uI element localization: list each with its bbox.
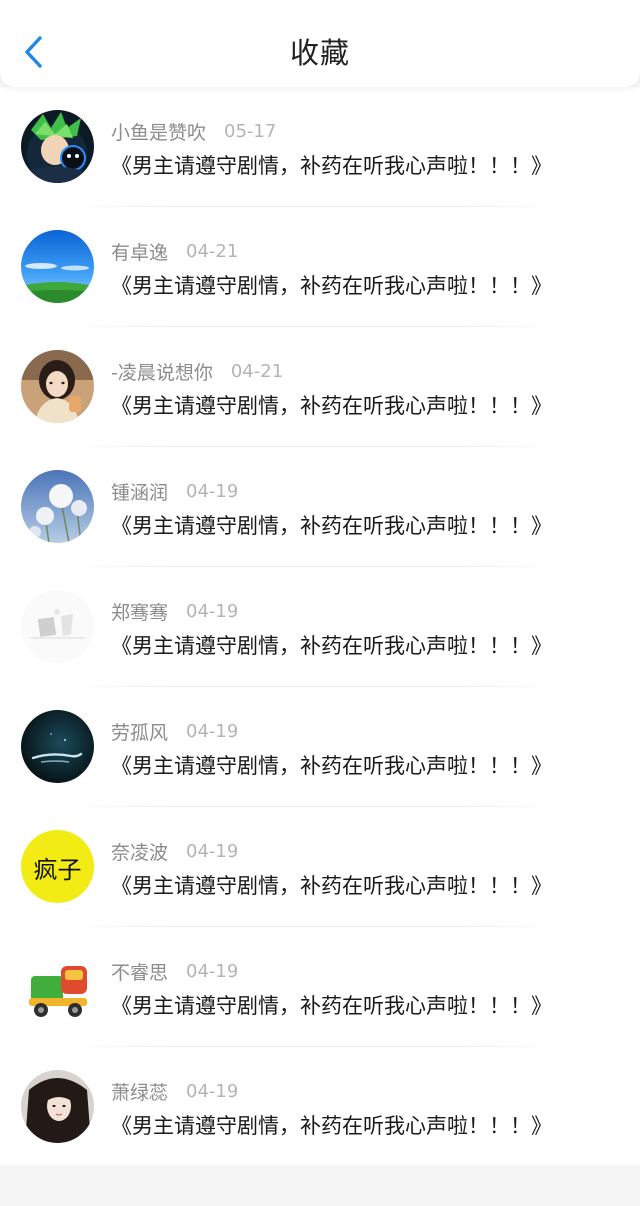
list-item[interactable]: -凌晨说想你 04-21 《男主请遵守剧情，补药在听我心声啦！！！》: [0, 327, 640, 447]
book-title[interactable]: 《男主请遵守剧情，补药在听我心声啦！！！》: [111, 151, 617, 181]
avatar[interactable]: [21, 110, 94, 183]
favorite-date: 04-19: [186, 720, 239, 742]
user-name: 奈凌波: [111, 841, 169, 864]
avatar[interactable]: [21, 230, 94, 303]
user-name: 劳孤风: [111, 721, 169, 744]
favorite-date: 04-19: [186, 960, 239, 982]
book-title[interactable]: 《男主请遵守剧情，补药在听我心声啦！！！》: [111, 871, 617, 901]
svg-text:疯子: 疯子: [34, 856, 82, 884]
user-name: 郑骞骞: [111, 601, 169, 624]
favorites-list: 小鱼是赞吹 05-17 《男主请遵守剧情，补药在听我心声啦！！！》 有卓逸 04…: [0, 87, 640, 1165]
avatar[interactable]: [21, 470, 94, 543]
list-item[interactable]: 郑骞骞 04-19 《男主请遵守剧情，补药在听我心声啦！！！》: [0, 567, 640, 687]
favorite-date: 05-17: [224, 120, 277, 142]
list-item[interactable]: 有卓逸 04-21 《男主请遵守剧情，补药在听我心声啦！！！》: [0, 207, 640, 327]
book-title[interactable]: 《男主请遵守剧情，补药在听我心声啦！！！》: [111, 391, 617, 421]
user-name: 有卓逸: [111, 241, 169, 264]
user-name: 小鱼是赞吹: [111, 121, 207, 144]
list-item[interactable]: 萧绿蕊 04-19 《男主请遵守剧情，补药在听我心声啦！！！》: [0, 1047, 640, 1167]
favorite-date: 04-19: [186, 480, 239, 502]
avatar[interactable]: [21, 350, 94, 423]
book-title[interactable]: 《男主请遵守剧情，补药在听我心声啦！！！》: [111, 271, 617, 301]
favorite-date: 04-21: [186, 240, 239, 262]
book-title[interactable]: 《男主请遵守剧情，补药在听我心声啦！！！》: [111, 511, 617, 541]
list-item[interactable]: 疯子 奈凌波 04-19 《男主请遵守剧情，补药在听我心声啦！！！》: [0, 807, 640, 927]
page-title: 收藏: [289, 36, 350, 70]
avatar[interactable]: [21, 950, 94, 1023]
list-item[interactable]: 劳孤风 04-19 《男主请遵守剧情，补药在听我心声啦！！！》: [0, 687, 640, 807]
avatar[interactable]: [21, 710, 94, 783]
bottom-spacer: [0, 1165, 640, 1206]
favorite-date: 04-19: [186, 600, 239, 622]
book-title[interactable]: 《男主请遵守剧情，补药在听我心声啦！！！》: [111, 991, 617, 1021]
header-bar: 收藏: [0, 0, 640, 87]
favorite-date: 04-19: [186, 840, 239, 862]
avatar[interactable]: [21, 1070, 94, 1143]
favorite-date: 04-21: [230, 360, 284, 382]
avatar[interactable]: [21, 590, 94, 663]
book-title[interactable]: 《男主请遵守剧情，补药在听我心声啦！！！》: [111, 631, 617, 661]
list-item[interactable]: 小鱼是赞吹 05-17 《男主请遵守剧情，补药在听我心声啦！！！》: [0, 87, 640, 207]
avatar[interactable]: 疯子: [21, 830, 94, 903]
user-name: 锺涵润: [111, 481, 169, 504]
user-name: -凌晨说想你: [111, 361, 213, 384]
book-title[interactable]: 《男主请遵守剧情，补药在听我心声啦！！！》: [111, 1111, 617, 1141]
favorite-date: 04-19: [186, 1080, 239, 1102]
user-name: 萧绿蕊: [111, 1081, 169, 1104]
book-title[interactable]: 《男主请遵守剧情，补药在听我心声啦！！！》: [111, 751, 617, 781]
user-name: 不睿思: [111, 961, 169, 984]
list-item[interactable]: 不睿思 04-19 《男主请遵守剧情，补药在听我心声啦！！！》: [0, 927, 640, 1047]
list-item[interactable]: 锺涵润 04-19 《男主请遵守剧情，补药在听我心声啦！！！》: [0, 447, 640, 567]
